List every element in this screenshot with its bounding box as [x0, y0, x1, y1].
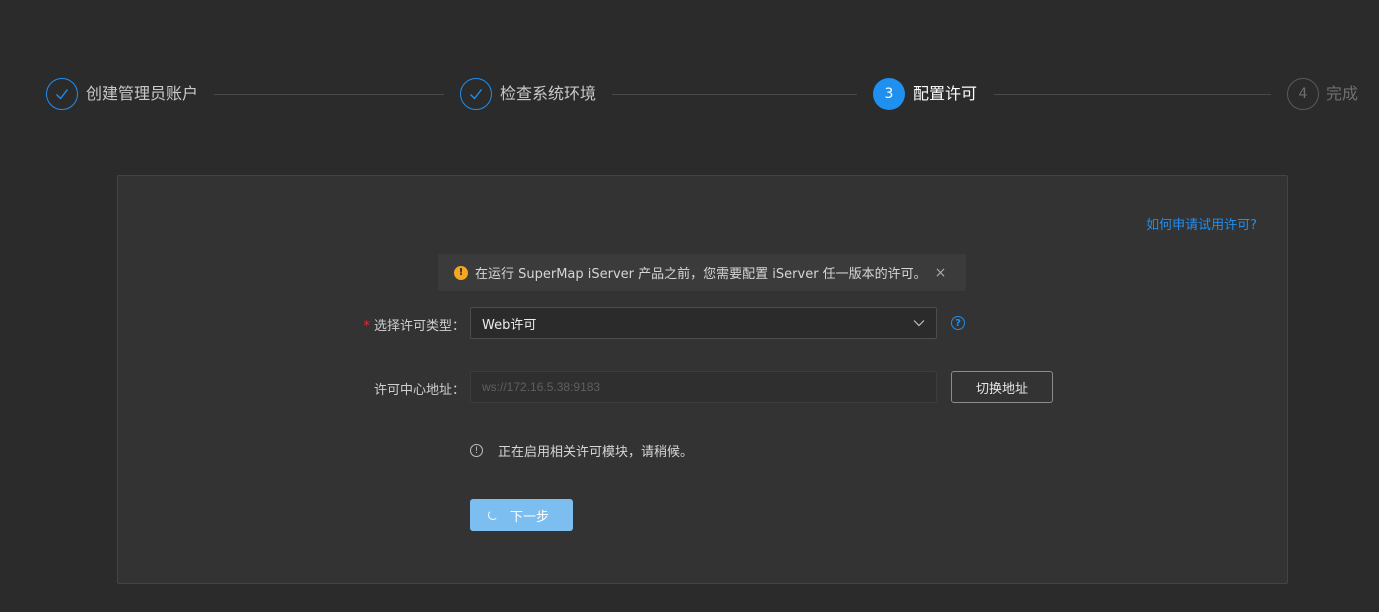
step-3-number: 3 — [873, 78, 905, 110]
info-icon: ! — [470, 444, 483, 457]
chevron-down-icon — [913, 316, 925, 330]
alert-message: 在运行 SuperMap iServer 产品之前，您需要配置 iServer … — [475, 267, 927, 282]
step-1-title: 创建管理员账户 — [86, 84, 199, 103]
next-button[interactable]: 下一步 — [470, 499, 573, 531]
step-2-check-icon — [460, 78, 492, 110]
license-config-card: 如何申请试用许可? ! 在运行 SuperMap iServer 产品之前，您需… — [117, 175, 1288, 584]
license-center-input[interactable] — [470, 371, 937, 403]
loading-spinner-icon — [487, 510, 498, 520]
warning-icon: ! — [454, 265, 468, 280]
step-1-check-icon — [46, 78, 78, 110]
switch-address-button[interactable]: 切换地址 — [951, 371, 1053, 403]
step-connector-1 — [214, 94, 444, 95]
step-2-title: 检查系统环境 — [500, 84, 597, 103]
status-message: ! 正在启用相关许可模块，请稍候。 — [470, 441, 693, 460]
step-3-title: 配置许可 — [913, 84, 978, 103]
steps-bar: 创建管理员账户 检查系统环境 3 配置许可 4 完成 — [0, 0, 1379, 140]
warning-alert: ! 在运行 SuperMap iServer 产品之前，您需要配置 iServe… — [438, 254, 966, 291]
close-icon[interactable]: × — [935, 265, 947, 281]
step-4-title: 完成 — [1326, 84, 1359, 103]
required-mark: * — [363, 319, 370, 334]
next-button-label: 下一步 — [509, 509, 549, 525]
step-connector-3 — [994, 94, 1271, 95]
license-type-label: * 选择许可类型： — [363, 315, 465, 334]
license-type-select[interactable]: Web许可 — [470, 307, 937, 339]
question-icon[interactable]: ? — [951, 316, 965, 330]
trial-license-help-link[interactable]: 如何申请试用许可? — [1146, 214, 1257, 233]
status-text: 正在启用相关许可模块，请稍候。 — [498, 445, 694, 460]
license-type-value: Web许可 — [482, 317, 537, 333]
license-center-label: 许可中心地址： — [373, 383, 465, 398]
step-connector-2 — [612, 94, 857, 95]
license-type-label-text: 选择许可类型： — [373, 319, 465, 334]
step-4-number: 4 — [1287, 78, 1319, 110]
